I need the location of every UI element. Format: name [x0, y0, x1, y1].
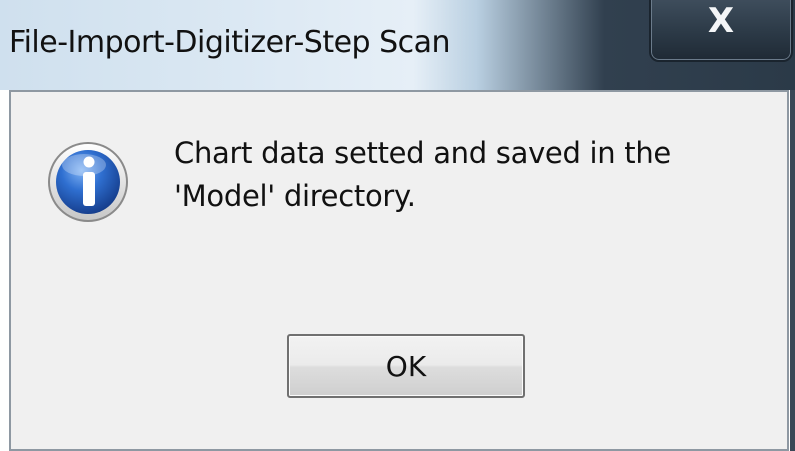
close-button[interactable]: X	[649, 0, 793, 62]
information-icon	[48, 142, 128, 222]
dialog-message: Chart data setted and saved in the 'Mode…	[174, 136, 671, 213]
close-icon: X	[707, 1, 735, 41]
window-title: File-Import-Digitizer-Step Scan	[9, 25, 451, 60]
ok-button-label: OK	[385, 350, 427, 383]
title-bar[interactable]: File-Import-Digitizer-Step Scan X	[0, 0, 795, 90]
window-frame-edge	[790, 90, 795, 451]
message-dialog: File-Import-Digitizer-Step Scan X Chart …	[0, 0, 795, 451]
ok-button[interactable]: OK	[287, 334, 525, 398]
dialog-body: Chart data setted and saved in the 'Mode…	[9, 90, 789, 451]
